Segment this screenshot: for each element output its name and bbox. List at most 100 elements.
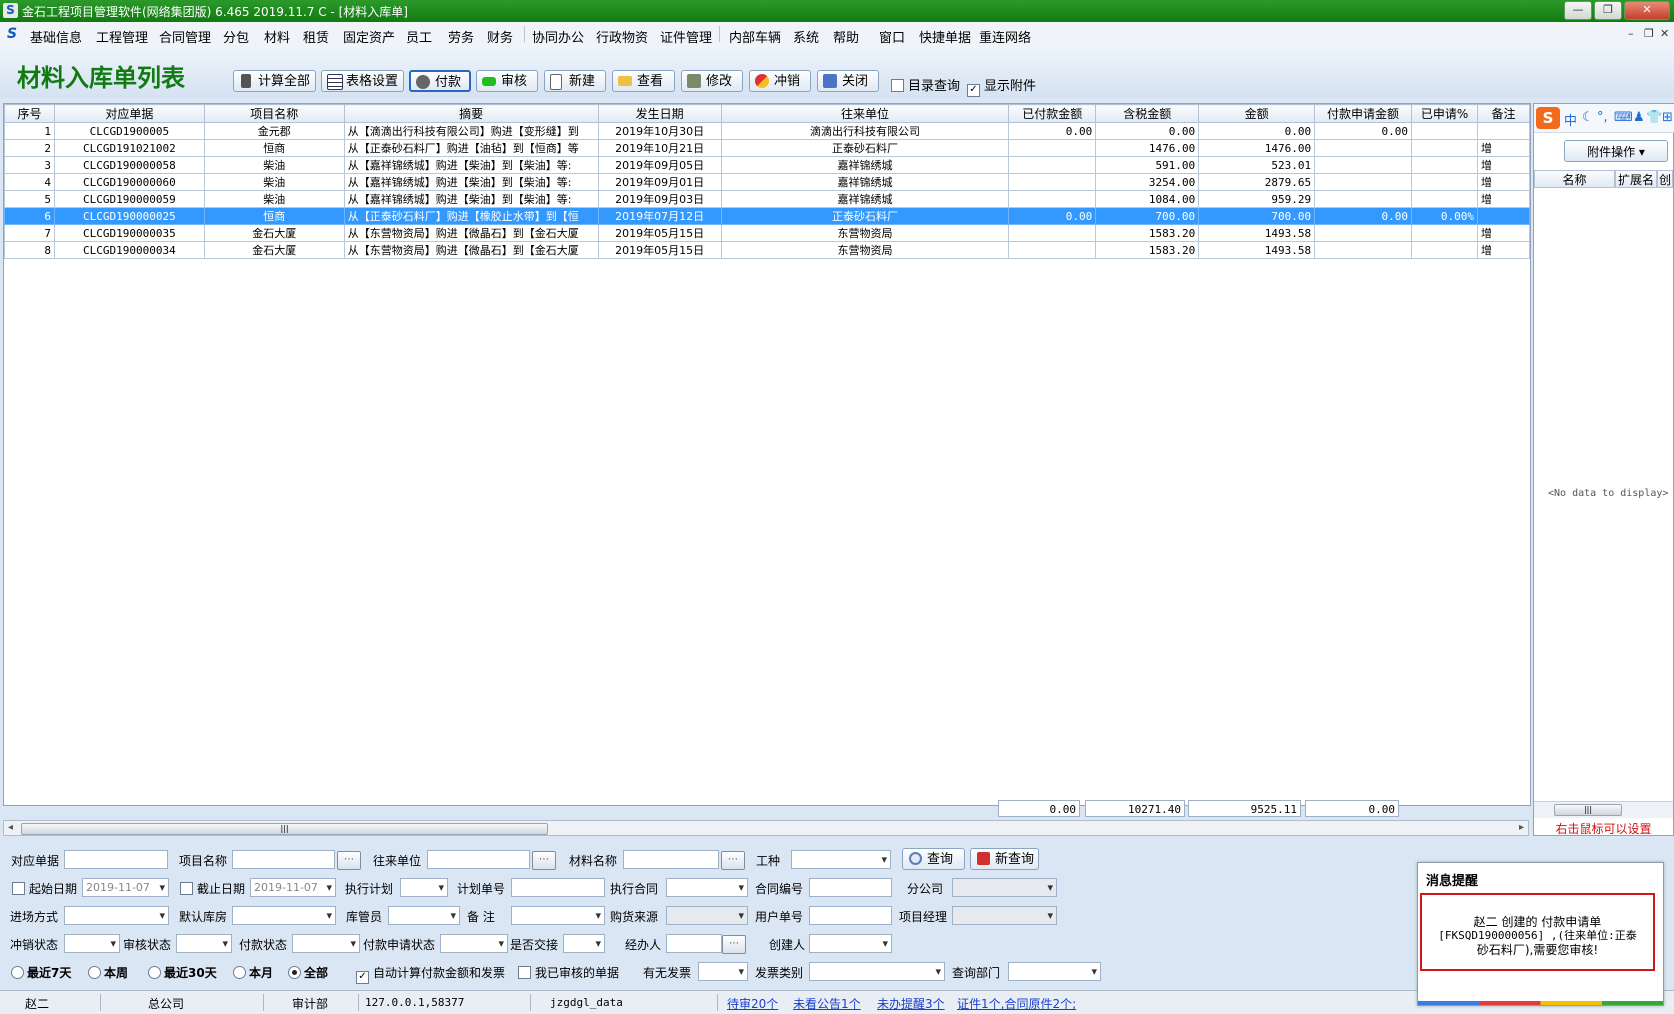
new-search-button[interactable]: 新查询 bbox=[970, 848, 1039, 870]
attachment-operations-button[interactable]: 附件操作 ▾ bbox=[1564, 140, 1668, 162]
skin-icon[interactable]: 👕 bbox=[1646, 110, 1662, 125]
menu-office[interactable]: 协同办公 bbox=[532, 27, 584, 46]
table-row[interactable]: 6 CLCGD190000025 恒商 从【正泰砂石料厂】购进【橡胶止水带】到【恒 20… bbox=[4, 207, 1530, 225]
menu-help[interactable]: 帮助 bbox=[833, 27, 859, 46]
plan-no-input[interactable] bbox=[511, 878, 605, 897]
att-col-created[interactable]: 创 bbox=[1657, 170, 1673, 188]
pending-remind-link[interactable]: 未办提醒3个 bbox=[877, 995, 945, 1012]
minimize-button[interactable]: — bbox=[1564, 1, 1592, 20]
table-row[interactable]: 3 CLCGD190000058 柴油 从【嘉祥锦绣城】购进【柴油】到【柴油】等: 20… bbox=[4, 156, 1530, 174]
table-row[interactable]: 2 CLCGD191021002 恒商 从【正泰砂石料厂】购进【油毡】到【恒商】等 20… bbox=[4, 139, 1530, 157]
remark-select[interactable] bbox=[511, 906, 605, 925]
pay-select[interactable] bbox=[292, 934, 360, 953]
col-header-amount[interactable]: 金额 bbox=[1198, 104, 1316, 123]
handler-lookup-icon[interactable]: ⋯ bbox=[722, 935, 746, 954]
range-all-radio[interactable]: 全部 bbox=[288, 964, 328, 981]
table-row[interactable]: 4 CLCGD190000060 柴油 从【嘉祥锦绣城】购进【柴油】到【柴油】等: 20… bbox=[4, 173, 1530, 191]
col-header-tax-amount[interactable]: 含税金额 bbox=[1095, 104, 1200, 123]
col-header-date[interactable]: 发生日期 bbox=[597, 104, 722, 123]
table-row[interactable]: 8 CLCGD190000034 金石大厦 从【东营物资局】购进【微晶石】到【金石大厦… bbox=[4, 241, 1530, 259]
keeper-select[interactable] bbox=[388, 906, 460, 925]
project-lookup-icon[interactable]: ⋯ bbox=[337, 851, 361, 870]
range-last7-radio[interactable]: 最近7天 bbox=[11, 964, 71, 981]
calculate-all-button[interactable]: 计算全部 bbox=[233, 70, 316, 92]
sogou-logo-icon[interactable]: S bbox=[1536, 107, 1560, 129]
audit-button[interactable]: 审核 bbox=[476, 70, 538, 92]
col-header-project[interactable]: 项目名称 bbox=[203, 104, 345, 123]
user-no-input[interactable] bbox=[809, 906, 892, 925]
contract-select[interactable] bbox=[666, 878, 748, 897]
table-row[interactable]: 7 CLCGD190000035 金石大厦 从【东营物资局】购进【微晶石】到【金石大厦… bbox=[4, 224, 1530, 242]
invoice-type-select[interactable] bbox=[809, 962, 945, 981]
trade-select[interactable] bbox=[791, 850, 891, 869]
start-date-input[interactable]: 2019-11-07 bbox=[82, 878, 169, 897]
my-audited-checkbox[interactable]: 我已审核的单据 bbox=[518, 964, 619, 981]
partner-lookup-icon[interactable]: ⋯ bbox=[532, 851, 556, 870]
col-header-applied-pct[interactable]: 已申请% bbox=[1411, 104, 1478, 123]
payment-button[interactable]: 付款 bbox=[409, 70, 471, 92]
manager-select[interactable] bbox=[952, 906, 1057, 925]
scroll-thumb[interactable]: ||| bbox=[1554, 804, 1622, 816]
project-input[interactable] bbox=[232, 850, 335, 869]
menu-window[interactable]: 窗口 bbox=[879, 27, 905, 46]
range-month-radio[interactable]: 本月 bbox=[233, 964, 273, 981]
edit-button[interactable]: 修改 bbox=[681, 70, 743, 92]
unread-notice-link[interactable]: 未看公告1个 bbox=[793, 995, 861, 1012]
menu-lease[interactable]: 租赁 bbox=[303, 27, 329, 46]
end-date-checkbox[interactable]: 截止日期 bbox=[180, 880, 245, 897]
view-button[interactable]: 查看 bbox=[612, 70, 675, 92]
menu-admin-goods[interactable]: 行政物资 bbox=[596, 27, 648, 46]
menu-quick-docs[interactable]: 快捷单据 bbox=[919, 27, 971, 46]
range-last30-radio[interactable]: 最近30天 bbox=[148, 964, 217, 981]
todo-audit-link[interactable]: 待审20个 bbox=[727, 995, 778, 1012]
end-date-input[interactable]: 2019-11-07 bbox=[250, 878, 336, 897]
start-date-checkbox[interactable]: 起始日期 bbox=[12, 880, 77, 897]
close-window-button[interactable]: ✕ bbox=[1624, 1, 1670, 20]
scroll-left-icon[interactable]: ◂ bbox=[8, 822, 13, 833]
warehouse-select[interactable] bbox=[232, 906, 336, 925]
material-receipt-grid[interactable]: 序号 对应单据 项目名称 摘要 发生日期 往来单位 已付款金额 含税金额 金额 … bbox=[3, 103, 1531, 806]
directory-query-checkbox[interactable]: 目录查询 bbox=[891, 75, 960, 94]
pay-req-select[interactable] bbox=[440, 934, 508, 953]
table-row[interactable]: 5 CLCGD190000059 柴油 从【嘉祥锦绣城】购进【柴油】到【柴油】等: 20… bbox=[4, 190, 1530, 208]
col-header-paid[interactable]: 已付款金额 bbox=[1008, 104, 1097, 123]
keyboard-icon[interactable]: ⌨ bbox=[1614, 110, 1633, 125]
menu-contract[interactable]: 合同管理 bbox=[159, 27, 211, 46]
material-lookup-icon[interactable]: ⋯ bbox=[721, 851, 745, 870]
mdi-minimize-button[interactable]: – bbox=[1628, 27, 1634, 40]
message-popup[interactable]: 消息提醒 赵二 创建的 付款申请单 [FKSQD190000056] ,(往来单… bbox=[1417, 862, 1664, 1006]
material-input[interactable] bbox=[623, 850, 719, 869]
attachments-scrollbar[interactable]: ||| bbox=[1534, 801, 1673, 818]
write-off-button[interactable]: 冲销 bbox=[749, 70, 811, 92]
col-header-partner[interactable]: 往来单位 bbox=[720, 104, 1010, 123]
att-col-name[interactable]: 名称 bbox=[1534, 170, 1615, 188]
handler-input[interactable] bbox=[666, 934, 722, 953]
audit-select[interactable] bbox=[176, 934, 232, 953]
menu-subcontract[interactable]: 分包 bbox=[223, 27, 249, 46]
mdi-close-button[interactable]: ✕ bbox=[1660, 27, 1669, 40]
menu-system[interactable]: 系统 bbox=[793, 27, 819, 46]
user-icon[interactable]: ♟ bbox=[1633, 110, 1645, 125]
search-button[interactable]: 查询 bbox=[902, 848, 965, 870]
close-page-button[interactable]: 关闭 bbox=[817, 70, 879, 92]
partner-input[interactable] bbox=[427, 850, 530, 869]
menu-staff[interactable]: 员工 bbox=[406, 27, 432, 46]
dept-select[interactable] bbox=[1008, 962, 1101, 981]
grid-horizontal-scrollbar[interactable]: ◂ ||| ▸ bbox=[3, 820, 1529, 836]
menu-reconnect[interactable]: 重连网络 bbox=[979, 27, 1031, 46]
invoice-select[interactable] bbox=[698, 962, 748, 981]
menu-material[interactable]: 材料 bbox=[264, 27, 290, 46]
col-header-pay-request[interactable]: 付款申请金额 bbox=[1314, 104, 1413, 123]
range-week-radio[interactable]: 本周 bbox=[88, 964, 128, 981]
source-select[interactable] bbox=[666, 906, 748, 925]
menu-finance[interactable]: 财务 bbox=[487, 27, 513, 46]
auto-calc-checkbox[interactable]: ✓ 自动计算付款金额和发票 bbox=[356, 964, 505, 984]
contract-no-input[interactable] bbox=[809, 878, 892, 897]
ime-lang-icon[interactable]: 中 bbox=[1564, 110, 1577, 129]
menu-project[interactable]: 工程管理 bbox=[96, 27, 148, 46]
handover-select[interactable] bbox=[563, 934, 605, 953]
show-attachments-checkbox[interactable]: ✓ 显示附件 bbox=[967, 75, 1036, 97]
scroll-thumb[interactable]: ||| bbox=[21, 823, 548, 835]
new-button[interactable]: 新建 bbox=[544, 70, 606, 92]
message-body[interactable]: 赵二 创建的 付款申请单 [FKSQD190000056] ,(往来单位:正泰 … bbox=[1420, 893, 1655, 971]
